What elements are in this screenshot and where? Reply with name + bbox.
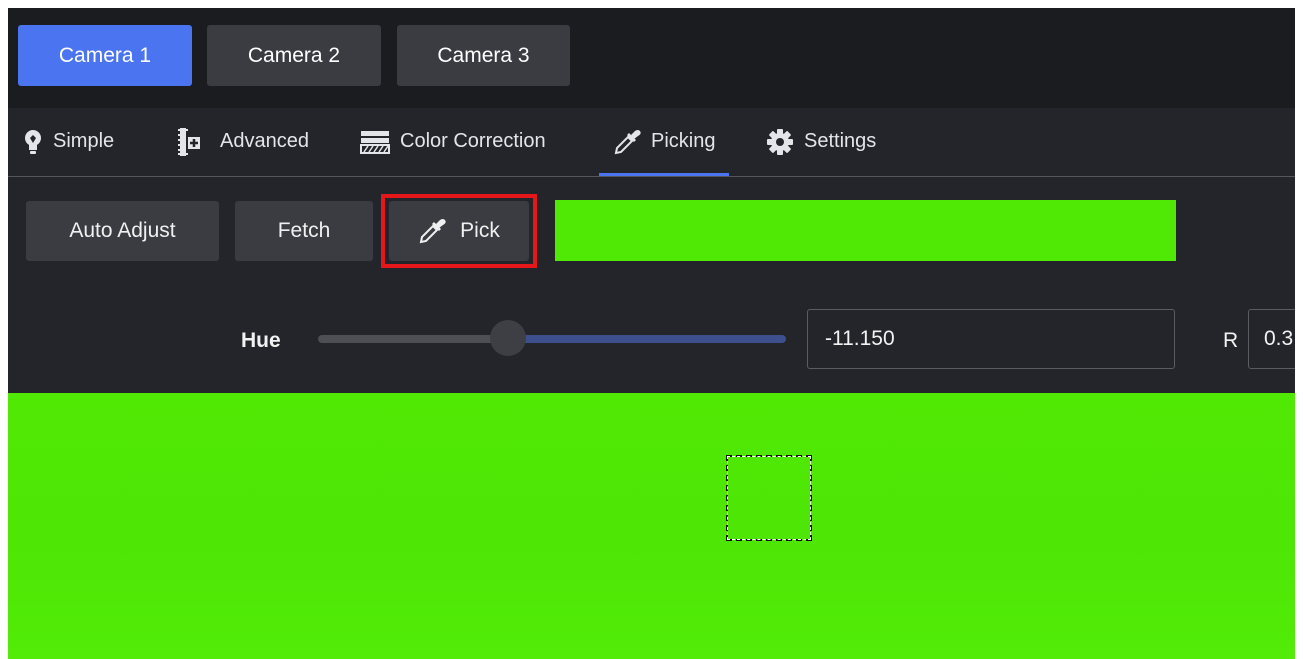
fetch-button[interactable]: Fetch [235, 201, 373, 261]
tab-camera-1[interactable]: Camera 1 [18, 25, 192, 86]
tab-camera-3[interactable]: Camera 3 [397, 25, 570, 86]
tab-color-correction-label: Color Correction [400, 130, 546, 152]
hue-value-input[interactable] [807, 309, 1175, 369]
tab-picking[interactable]: Picking [599, 108, 730, 176]
color-correction-icon [360, 129, 390, 155]
sub-navigation: Simple Advanced Color Correction Picking… [8, 108, 1295, 177]
tab-advanced[interactable]: Advanced [176, 108, 309, 175]
tab-advanced-label: Advanced [220, 130, 309, 152]
app-window: Camera 1 Camera 2 Camera 3 Simple Advanc… [8, 8, 1295, 659]
gear-icon [766, 128, 794, 156]
eyedropper-icon [613, 128, 641, 156]
tab-camera-2[interactable]: Camera 2 [207, 25, 381, 86]
r-value-input[interactable] [1249, 310, 1295, 368]
lightbulb-icon [23, 129, 43, 155]
advanced-icon [176, 127, 210, 157]
tab-simple[interactable]: Simple [23, 108, 114, 175]
r-value-field[interactable] [1248, 309, 1295, 369]
tab-settings[interactable]: Settings [766, 108, 876, 175]
camera-tab-bar: Camera 1 Camera 2 Camera 3 [8, 8, 1295, 108]
picked-color-swatch [555, 200, 1176, 261]
pick-highlight-frame [381, 194, 537, 268]
hue-slider-thumb[interactable] [490, 320, 526, 356]
tab-simple-label: Simple [53, 130, 115, 152]
camera-preview[interactable] [8, 393, 1295, 659]
tab-color-correction[interactable]: Color Correction [360, 108, 546, 175]
tab-picking-label: Picking [651, 130, 716, 152]
hue-label: Hue [241, 329, 281, 352]
r-label: R [1223, 329, 1239, 352]
auto-adjust-button[interactable]: Auto Adjust [26, 201, 219, 261]
hue-slider-track[interactable] [318, 335, 508, 343]
tab-settings-label: Settings [804, 130, 877, 152]
hue-slider-track-fill[interactable] [508, 335, 786, 343]
pick-region-selector[interactable] [726, 455, 812, 541]
